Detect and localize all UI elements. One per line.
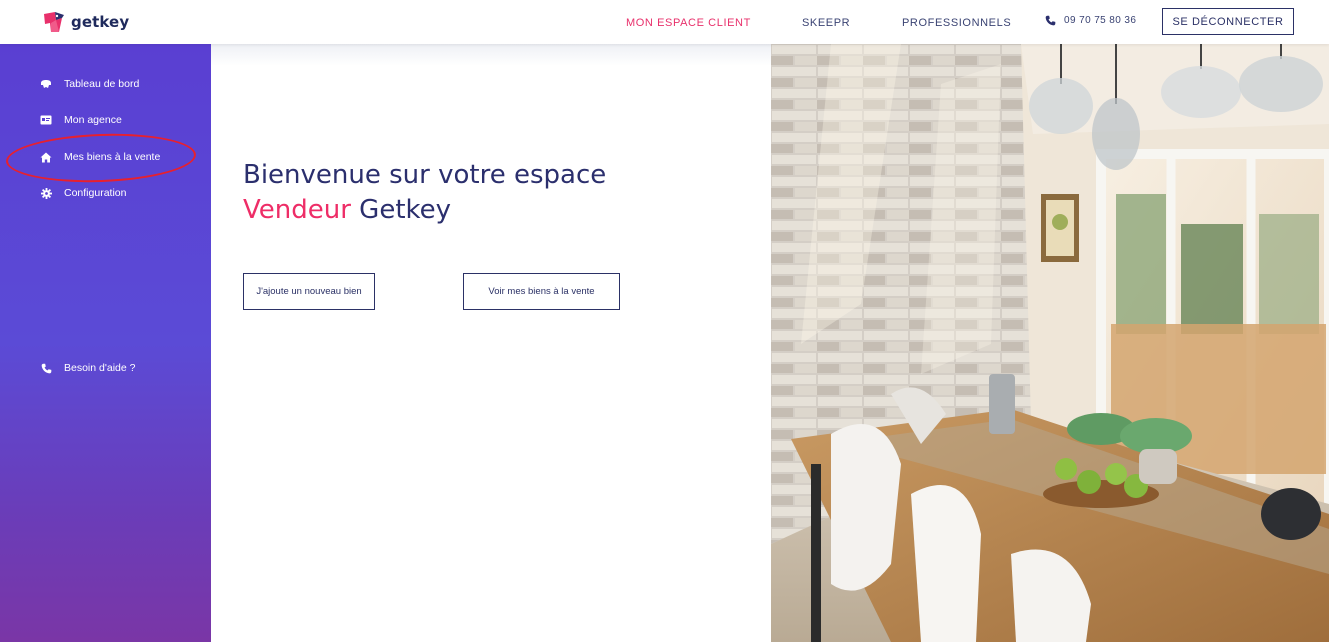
title-rest: Getkey: [350, 195, 452, 225]
main-content: Bienvenue sur votre espace Vendeur Getke…: [211, 44, 771, 642]
logo-icon: [44, 12, 64, 32]
sidebar-help-link[interactable]: Besoin d'aide ?: [40, 362, 135, 374]
view-properties-button[interactable]: Voir mes biens à la vente: [463, 273, 620, 310]
nav-professionnels[interactable]: PROFESSIONNELS: [902, 17, 1011, 29]
dining-room-illustration: [771, 44, 1329, 642]
gear-icon: [40, 187, 52, 199]
sidebar-item-configuration[interactable]: Configuration: [40, 187, 126, 199]
logo-text: getkey: [71, 13, 130, 31]
title-accent: Vendeur: [243, 195, 351, 225]
help-label: Besoin d'aide ?: [64, 362, 136, 374]
logout-button[interactable]: SE DÉCONNECTER: [1162, 8, 1294, 35]
title-line-2: Vendeur Getkey: [243, 193, 606, 228]
add-property-button[interactable]: J'ajoute un nouveau bien: [243, 273, 375, 310]
phone-link[interactable]: 09 70 75 80 36: [1045, 15, 1136, 26]
nav-mon-espace-client[interactable]: MON ESPACE CLIENT: [626, 17, 751, 29]
title-line-1: Bienvenue sur votre espace: [243, 160, 607, 190]
sidebar-item-label: Configuration: [64, 187, 127, 199]
sidebar-item-tableau-de-bord[interactable]: Tableau de bord: [40, 78, 139, 90]
id-card-icon: [40, 114, 52, 126]
dining-room-photo: [771, 44, 1329, 642]
dashboard-icon: [40, 78, 52, 90]
phone-number: 09 70 75 80 36: [1064, 15, 1137, 26]
logo[interactable]: getkey: [42, 11, 129, 33]
phone-icon: [1045, 15, 1056, 26]
top-header: getkey MON ESPACE CLIENT SKEEPR PROFESSI…: [0, 0, 1329, 44]
sidebar-item-label: Mon agence: [64, 114, 122, 126]
page-title: Bienvenue sur votre espace Vendeur Getke…: [243, 158, 606, 228]
sidebar-item-label: Tableau de bord: [64, 78, 140, 90]
sidebar-item-mon-agence[interactable]: Mon agence: [40, 114, 122, 126]
divider: [211, 44, 771, 66]
nav-skeepr[interactable]: SKEEPR: [802, 17, 850, 29]
phone-icon: [40, 362, 52, 374]
